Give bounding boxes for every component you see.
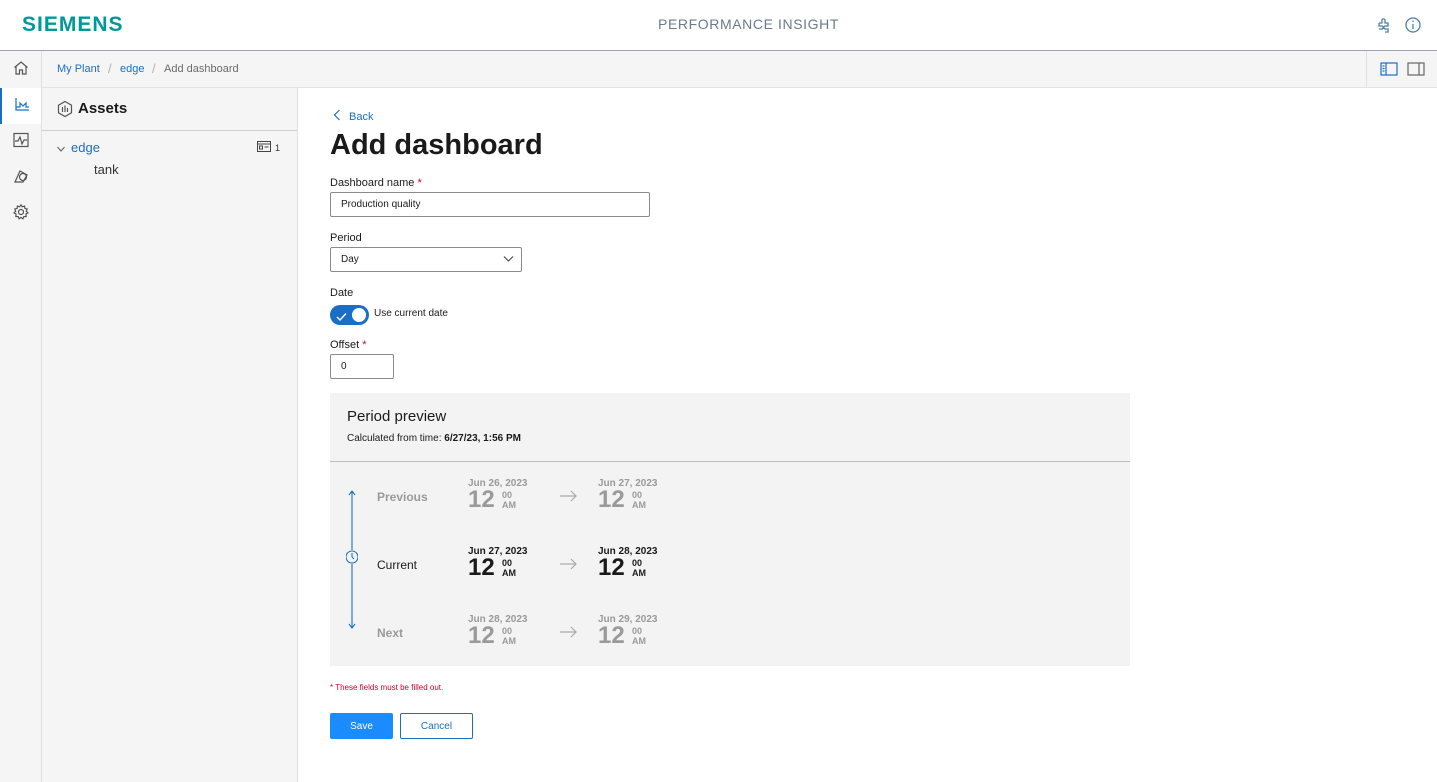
back-label: Back [349, 110, 374, 123]
tree-node-edge[interactable]: edge [71, 140, 100, 155]
row-label-next: Next [377, 626, 404, 640]
rail-item-shapes[interactable] [0, 160, 41, 196]
pulse-chart-icon [12, 131, 30, 154]
previous-start: Jun 26, 2023 12 00 AM [468, 478, 528, 513]
right-panel-icon[interactable] [1407, 62, 1425, 81]
tree-node-tank[interactable]: tank [94, 162, 119, 177]
home-icon [12, 59, 30, 82]
rail-item-settings[interactable] [0, 196, 41, 232]
breadcrumb-bar: My Plant / edge / Add dashboard [42, 51, 1437, 88]
current-start: Jun 27, 2023 12 00 AM [468, 546, 528, 581]
arrow-right-icon [559, 557, 578, 575]
puzzle-icon[interactable] [1375, 15, 1395, 35]
required-note: * These fields must be filled out. [330, 683, 444, 692]
breadcrumb-my-plant[interactable]: My Plant [57, 63, 100, 75]
asset-hex-icon [56, 100, 74, 123]
period-select[interactable]: Day [330, 247, 522, 272]
back-link[interactable]: Back [333, 109, 373, 124]
rail-item-trend[interactable] [0, 124, 41, 160]
calculated-from: Calculated from time: 6/27/23, 1:56 PM [347, 433, 521, 444]
current-end: Jun 28, 2023 12 00 AM [598, 546, 658, 581]
save-button[interactable]: Save [330, 713, 393, 739]
previous-end: Jun 27, 2023 12 00 AM [598, 478, 658, 513]
cancel-button[interactable]: Cancel [400, 713, 473, 739]
page-title: Add dashboard [330, 129, 543, 161]
breadcrumb-current: Add dashboard [164, 63, 239, 75]
check-icon [336, 309, 347, 327]
row-label-current: Current [377, 558, 418, 572]
asset-tree-icon [13, 95, 31, 118]
chevron-down-icon [503, 255, 514, 266]
tree-node-badge: 1 [257, 141, 280, 154]
main-content: Back Add dashboard Dashboard name * Peri… [298, 88, 1437, 782]
period-select-value: Day [341, 254, 359, 265]
breadcrumb-edge[interactable]: edge [120, 63, 144, 75]
assets-header: Assets [42, 88, 297, 131]
offset-input[interactable] [330, 354, 394, 379]
next-end: Jun 29, 2023 12 00 AM [598, 614, 658, 649]
app-title: PERFORMANCE INSIGHT [658, 16, 839, 32]
date-label: Date [330, 287, 354, 299]
rail-item-assets[interactable] [0, 88, 41, 124]
nav-rail [0, 51, 42, 782]
breadcrumb-separator: / [152, 61, 156, 76]
period-label: Period [330, 232, 362, 244]
layout-switcher [1366, 51, 1437, 87]
arrow-right-icon [559, 489, 578, 507]
row-label-previous: Previous [377, 490, 428, 504]
info-icon[interactable] [1403, 15, 1423, 35]
use-current-date-toggle[interactable] [330, 305, 369, 325]
arrow-right-icon [559, 625, 578, 643]
dashboard-name-input[interactable] [330, 192, 650, 217]
left-panel-icon[interactable] [1380, 62, 1398, 81]
dashboard-icon [257, 141, 271, 154]
use-current-date-label: Use current date [374, 308, 448, 319]
shapes-icon [12, 167, 30, 190]
chevron-left-icon [333, 109, 341, 124]
period-preview-title: Period preview [347, 408, 447, 425]
gear-icon [12, 203, 30, 226]
dashboard-name-label: Dashboard name * [330, 177, 422, 189]
timeline-icon [345, 487, 359, 637]
chevron-down-icon[interactable] [56, 141, 66, 159]
tree-node-count: 1 [275, 142, 281, 153]
assets-sidebar: Assets edge 1 tank [42, 88, 298, 782]
top-bar: SIEMENS PERFORMANCE INSIGHT [0, 0, 1437, 51]
breadcrumb-separator: / [108, 61, 112, 76]
toggle-knob [352, 308, 366, 322]
period-preview-header: Period preview Calculated from time: 6/2… [330, 393, 1130, 462]
next-start: Jun 28, 2023 12 00 AM [468, 614, 528, 649]
rail-item-home[interactable] [0, 52, 41, 88]
offset-label: Offset * [330, 339, 367, 351]
assets-title: Assets [78, 100, 128, 117]
period-preview: Period preview Calculated from time: 6/2… [330, 393, 1130, 666]
